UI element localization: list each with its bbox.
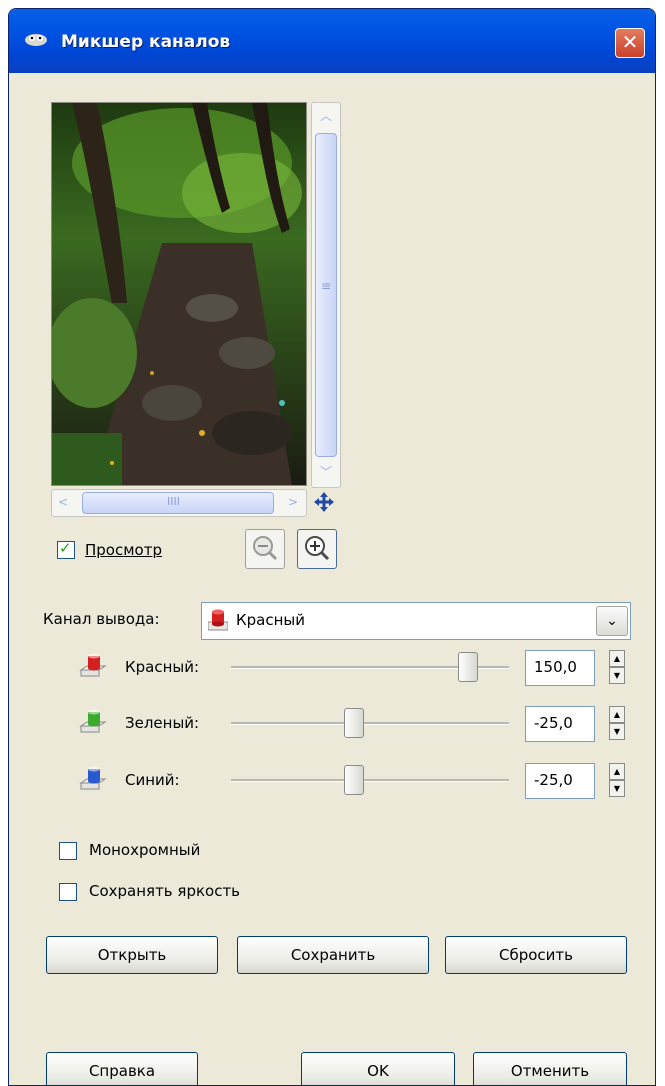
output-channel-label: Канал вывода: <box>43 610 160 628</box>
open-button[interactable]: Открыть <box>46 936 218 974</box>
slider-handle[interactable] <box>344 765 364 795</box>
ok-button[interactable]: OK <box>301 1052 455 1085</box>
zoom-in-button[interactable] <box>297 529 337 569</box>
zoom-in-icon <box>305 536 330 561</box>
slider-value-input[interactable]: -25,0 <box>525 706 595 742</box>
spin-down-icon[interactable]: ▼ <box>609 667 625 684</box>
slider-value-input[interactable]: 150,0 <box>525 650 595 686</box>
slider-handle[interactable] <box>458 652 478 682</box>
slider-track[interactable] <box>231 779 509 782</box>
spin-buttons[interactable]: ▲ ▼ <box>609 650 625 684</box>
slider-label: Красный: <box>125 658 200 676</box>
spin-up-icon[interactable]: ▲ <box>609 706 625 723</box>
scroll-down-arrow-icon[interactable]: ﹀ <box>320 463 332 480</box>
slider-label: Зеленый: <box>125 714 200 732</box>
window-title: Микшер каналов <box>61 32 231 52</box>
slider-track[interactable] <box>231 722 509 725</box>
slider-value: 150,0 <box>534 658 577 676</box>
slider-label: Синий: <box>125 771 180 789</box>
red-channel-icon <box>79 653 107 677</box>
grip-icon: ≡ <box>321 279 332 293</box>
title-bar[interactable]: Микшер каналов ✕ <box>9 9 655 73</box>
monochrome-checkbox[interactable] <box>59 842 77 860</box>
monochrome-label[interactable]: Монохромный <box>89 841 200 859</box>
slider-handle[interactable] <box>344 708 364 738</box>
navigate-move-icon[interactable] <box>313 491 335 513</box>
red-channel-icon <box>208 609 228 631</box>
spin-down-icon[interactable]: ▼ <box>609 723 625 740</box>
zoom-out-button[interactable] <box>245 529 285 569</box>
grip-icon: IIII <box>167 495 180 508</box>
reset-button[interactable]: Сбросить <box>445 936 627 974</box>
spin-up-icon[interactable]: ▲ <box>609 763 625 780</box>
vertical-scroll-thumb[interactable]: ≡ <box>315 133 337 457</box>
dialog-body: ︿ ≡ ﹀ < IIII > Просмотр <box>13 73 651 1085</box>
close-icon: ✕ <box>621 30 639 54</box>
save-button[interactable]: Сохранить <box>237 936 429 974</box>
preserve-luminosity-label[interactable]: Сохранять яркость <box>89 882 240 900</box>
preview-checkbox[interactable] <box>57 539 75 559</box>
close-button[interactable]: ✕ <box>615 28 645 58</box>
preview-image <box>51 102 307 486</box>
scroll-up-arrow-icon[interactable]: ︿ <box>320 107 332 124</box>
scroll-left-arrow-icon[interactable]: < <box>58 495 68 509</box>
slider-value: -25,0 <box>534 714 573 732</box>
spin-buttons[interactable]: ▲ ▼ <box>609 763 625 797</box>
preview-checkbox-label[interactable]: Просмотр <box>85 541 162 559</box>
output-channel-select[interactable]: Красный ⌄ <box>201 602 631 640</box>
blue-channel-icon <box>79 766 107 790</box>
output-channel-value: Красный <box>236 611 306 629</box>
cancel-button[interactable]: Отменить <box>473 1052 627 1085</box>
help-button[interactable]: Справка <box>46 1052 198 1085</box>
chevron-down-icon: ⌄ <box>606 613 618 629</box>
preview-horizontal-scrollbar[interactable]: < IIII > <box>51 489 307 517</box>
preserve-luminosity-checkbox[interactable] <box>59 883 77 901</box>
slider-value: -25,0 <box>534 771 573 789</box>
horizontal-scroll-thumb[interactable]: IIII <box>82 492 274 514</box>
spin-up-icon[interactable]: ▲ <box>609 650 625 667</box>
channel-mixer-window: Микшер каналов ✕ ︿ ≡ ﹀ < IIII > ✓ Просмо… <box>8 8 656 1086</box>
output-channel-dropdown-button[interactable]: ⌄ <box>596 606 628 636</box>
spin-buttons[interactable]: ▲ ▼ <box>609 706 625 740</box>
gimp-icon <box>25 34 47 46</box>
scroll-right-arrow-icon[interactable]: > <box>288 495 298 509</box>
green-channel-icon <box>79 709 107 733</box>
slider-value-input[interactable]: -25,0 <box>525 763 595 799</box>
preview-vertical-scrollbar[interactable]: ︿ ≡ ﹀ <box>311 102 341 488</box>
spin-down-icon[interactable]: ▼ <box>609 780 625 797</box>
zoom-out-icon <box>253 536 278 561</box>
